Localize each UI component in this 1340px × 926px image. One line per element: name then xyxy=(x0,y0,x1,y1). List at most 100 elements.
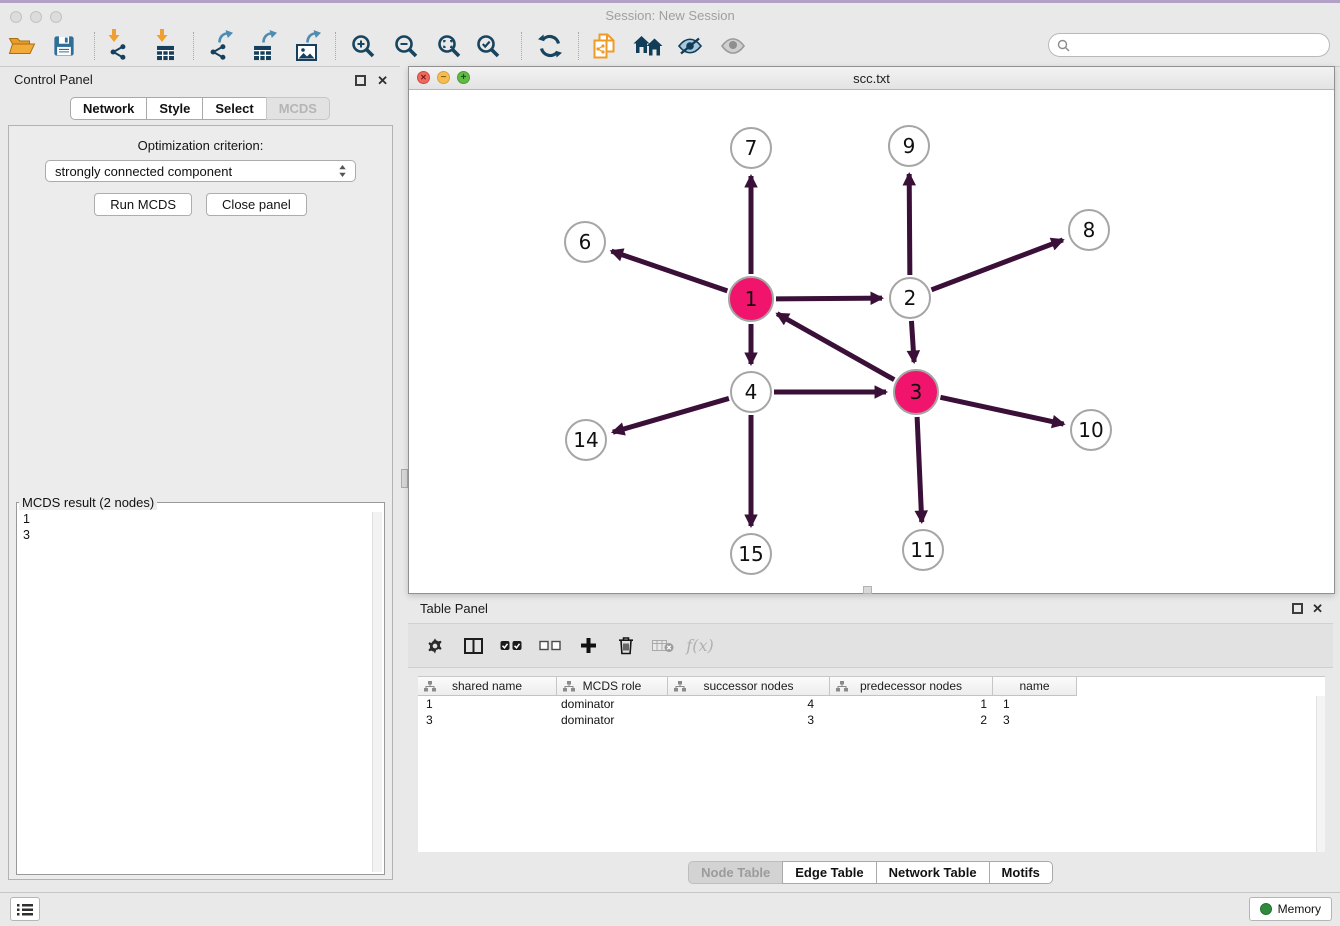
memory-status-icon xyxy=(1260,903,1272,915)
tab-network[interactable]: Network xyxy=(70,97,147,120)
table-header-row: shared nameMCDS rolesuccessor nodesprede… xyxy=(418,677,1325,696)
toolbar-separator xyxy=(193,32,194,60)
zoom-out-icon xyxy=(393,33,419,59)
delete-table-icon xyxy=(652,638,674,653)
graph-node-11[interactable]: 11 xyxy=(902,529,944,571)
zoom-selected-button[interactable] xyxy=(471,29,505,63)
table-icon xyxy=(253,45,272,61)
function-builder-button[interactable]: f(x) xyxy=(680,624,720,667)
column-header-name[interactable]: name xyxy=(993,677,1077,696)
open-session-button[interactable] xyxy=(5,29,39,63)
float-panel-icon[interactable] xyxy=(1292,603,1303,614)
import-arrow-icon xyxy=(156,29,168,42)
show-column-button[interactable] xyxy=(458,624,488,667)
status-bar: Memory xyxy=(0,892,1340,926)
export-arrow-icon xyxy=(218,30,233,43)
tab-style[interactable]: Style xyxy=(146,97,203,120)
close-panel-icon[interactable]: ✕ xyxy=(1312,602,1323,615)
show-graphics-button[interactable] xyxy=(716,29,750,63)
graph-node-14[interactable]: 14 xyxy=(565,419,607,461)
table-cell: 3 xyxy=(418,712,557,728)
graph-node-9[interactable]: 9 xyxy=(888,125,930,167)
export-image-button[interactable] xyxy=(289,29,323,63)
graph-node-4[interactable]: 4 xyxy=(730,371,772,413)
run-mcds-button[interactable]: Run MCDS xyxy=(94,193,192,216)
column-header-shared-name[interactable]: shared name xyxy=(418,677,557,696)
graph-node-15[interactable]: 15 xyxy=(730,533,772,575)
splitter-handle[interactable] xyxy=(401,469,408,488)
delete-table-button[interactable] xyxy=(648,624,678,667)
mcds-result-text[interactable]: 1 3 xyxy=(17,510,384,543)
open-folder-icon xyxy=(8,35,36,57)
column-header-predecessor-nodes[interactable]: predecessor nodes xyxy=(830,677,993,696)
deselect-all-button[interactable] xyxy=(535,624,565,667)
clone-network-button[interactable] xyxy=(587,29,621,63)
criterion-select[interactable]: strongly connected component xyxy=(45,160,356,182)
select-arrows-icon xyxy=(338,165,347,177)
graph-node-2[interactable]: 2 xyxy=(889,277,931,319)
node-table: shared nameMCDS rolesuccessor nodesprede… xyxy=(418,676,1325,852)
network-overview-button[interactable] xyxy=(631,29,665,63)
select-all-button[interactable] xyxy=(496,624,526,667)
memory-label: Memory xyxy=(1278,902,1321,916)
network-window-titlebar[interactable]: scc.txt xyxy=(409,67,1334,90)
table-cell: 2 xyxy=(830,712,993,728)
column-header-MCDS-role[interactable]: MCDS role xyxy=(557,677,668,696)
close-panel-icon[interactable]: ✕ xyxy=(377,74,388,87)
add-row-button[interactable] xyxy=(573,624,603,667)
trash-icon xyxy=(618,636,634,655)
table-scrollbar[interactable] xyxy=(1316,696,1325,852)
tab-motifs[interactable]: Motifs xyxy=(989,861,1053,884)
network-icon xyxy=(109,43,127,61)
search-box[interactable] xyxy=(1048,33,1330,57)
tab-mcds[interactable]: MCDS xyxy=(266,97,330,120)
refresh-layout-button[interactable] xyxy=(533,29,567,63)
float-panel-icon[interactable] xyxy=(355,75,366,86)
tab-edge-table[interactable]: Edge Table xyxy=(782,861,876,884)
columns-icon xyxy=(464,638,483,654)
table-settings-button[interactable] xyxy=(420,624,450,667)
graph-node-10[interactable]: 10 xyxy=(1070,409,1112,451)
tab-network-table[interactable]: Network Table xyxy=(876,861,990,884)
vertical-splitter[interactable] xyxy=(400,66,408,893)
graph-node-8[interactable]: 8 xyxy=(1068,209,1110,251)
export-table-button[interactable] xyxy=(245,29,279,63)
zoom-selected-icon xyxy=(475,33,501,59)
horizontal-splitter-handle[interactable] xyxy=(863,586,872,594)
import-network-button[interactable] xyxy=(101,29,135,63)
tab-select[interactable]: Select xyxy=(202,97,266,120)
graph-node-7[interactable]: 7 xyxy=(730,127,772,169)
column-header-successor-nodes[interactable]: successor nodes xyxy=(668,677,830,696)
zoom-fit-icon xyxy=(436,33,462,59)
graph-node-6[interactable]: 6 xyxy=(564,221,606,263)
graph-node-1[interactable]: 1 xyxy=(728,276,774,322)
eye-icon xyxy=(720,38,746,54)
zoom-out-button[interactable] xyxy=(389,29,423,63)
delete-rows-button[interactable] xyxy=(611,624,641,667)
toolbar-separator xyxy=(521,32,522,60)
table-row[interactable]: 1dominator411 xyxy=(418,696,1325,712)
task-history-button[interactable] xyxy=(10,897,40,921)
table-cell: dominator xyxy=(557,696,668,712)
table-row[interactable]: 3dominator323 xyxy=(418,712,1325,728)
search-input[interactable] xyxy=(1075,35,1329,55)
memory-button[interactable]: Memory xyxy=(1249,897,1332,921)
hide-graphics-button[interactable] xyxy=(673,29,707,63)
export-network-button[interactable] xyxy=(201,29,235,63)
close-panel-button[interactable]: Close panel xyxy=(206,193,307,216)
save-session-button[interactable] xyxy=(47,29,81,63)
result-scrollbar[interactable] xyxy=(372,512,382,872)
table-cell: dominator xyxy=(557,712,668,728)
gear-icon xyxy=(426,637,444,655)
network-window: scc.txt 7 9 6 8 1 2 4 3 14 10 15 11 xyxy=(408,66,1335,594)
zoom-in-button[interactable] xyxy=(346,29,380,63)
network-canvas[interactable]: 7 9 6 8 1 2 4 3 14 10 15 11 xyxy=(409,90,1334,593)
import-table-button[interactable] xyxy=(148,29,182,63)
table-panel-header: Table Panel ✕ xyxy=(408,595,1333,623)
table-cell: 4 xyxy=(668,696,830,712)
tab-node-table[interactable]: Node Table xyxy=(688,861,783,884)
control-panel-header: Control Panel ✕ xyxy=(0,66,400,94)
graph-node-3[interactable]: 3 xyxy=(893,369,939,415)
zoom-fit-button[interactable] xyxy=(432,29,466,63)
app-title: Session: New Session xyxy=(0,8,1340,23)
